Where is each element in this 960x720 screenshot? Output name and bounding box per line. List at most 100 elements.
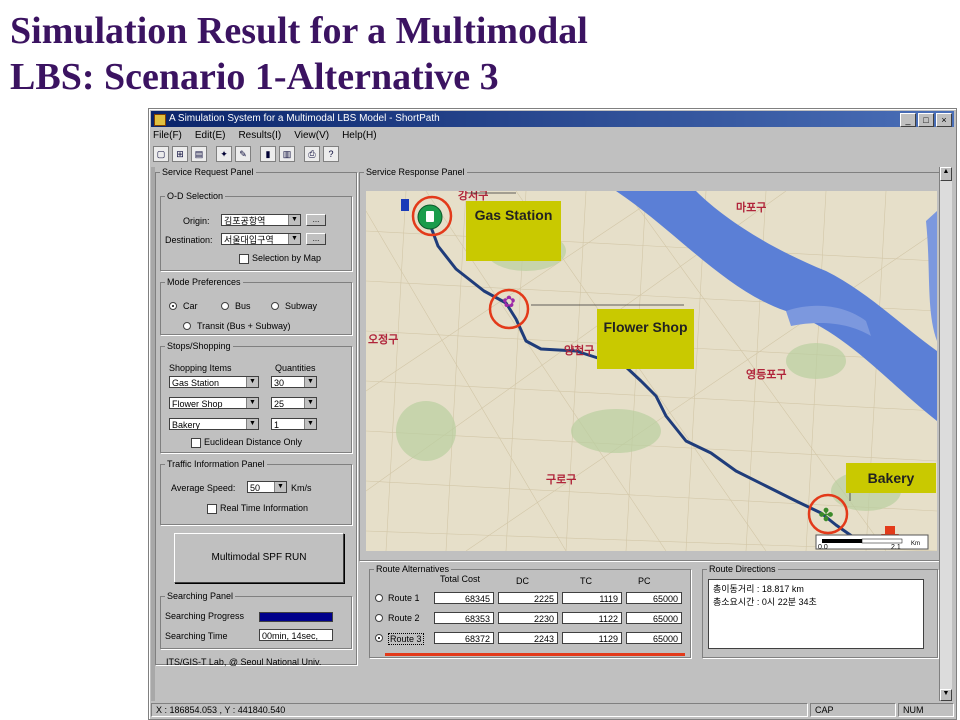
route-3-dc: 2243 [498,632,558,644]
scroll-up-icon[interactable]: ▲ [940,167,952,181]
bakery-callout: Bakery [846,463,936,493]
route-3-tc: 1129 [562,632,622,644]
pencil-icon[interactable]: ✎ [235,146,251,162]
minimize-button[interactable]: _ [900,113,916,127]
total-distance-text: 총이동거리 : 18.817 km [713,584,804,594]
status-num: NUM [898,703,954,717]
map-label: 오정구 [368,332,398,346]
route-2-dc: 2230 [498,612,558,624]
origin-flag-icon [401,199,409,211]
save-icon[interactable]: ▤ [191,146,207,162]
mode-car-radio[interactable] [169,302,177,310]
route-2-radio[interactable] [375,614,383,622]
shopping-items-header: Shopping Items [169,363,232,373]
add-icon[interactable]: ⊞ [172,146,188,162]
traffic-information-title: Traffic Information Panel [167,459,265,469]
tc-header: TC [580,576,592,586]
menu-view[interactable]: View(V) [294,129,329,143]
new-icon[interactable]: ▢ [153,146,169,162]
menu-file[interactable]: File(F) [153,129,182,143]
route-3-total-cost: 68372 [434,632,494,644]
multimodal-spf-run-button[interactable]: Multimodal SPF RUN [174,533,344,583]
od-selection-group: O-D Selection Origin: 김포공항역 ▼ ... Destina… [160,191,352,271]
route-2-pc: 65000 [626,612,682,624]
origin-label: Origin: [183,216,210,226]
mode-subway-radio[interactable] [271,302,279,310]
svg-text:Km: Km [911,541,920,547]
searching-panel-title: Searching Panel [167,591,234,601]
mode-transit-label: Transit (Bus + Subway) [197,321,291,331]
menu-results[interactable]: Results(I) [238,129,281,143]
slide-title-line-1: Simulation Result for a Multimodal [10,10,588,52]
searching-time-field: 00min, 14sec, [259,629,333,641]
chevron-down-icon: ▼ [246,419,258,429]
od-selection-title: O-D Selection [167,191,224,201]
slide-title-line-2: LBS: Scenario 1-Alternative 3 [10,56,499,98]
svg-text:2.1: 2.1 [891,544,901,551]
selection-by-map-checkbox[interactable] [239,254,249,264]
close-button[interactable]: × [936,113,952,127]
route-3-radio[interactable] [375,634,383,642]
mode-bus-label: Bus [235,301,251,311]
svg-text:0.0: 0.0 [818,544,828,551]
pc-header: PC [638,576,651,586]
service-response-panel-title: Service Response Panel [366,167,465,177]
route-1-pc: 65000 [626,592,682,604]
route-alternatives-title: Route Alternatives [376,564,450,574]
mode-transit-radio[interactable] [183,322,191,330]
mode-subway-label: Subway [285,301,318,311]
toolbar: ▢ ⊞ ▤ ✦ ✎ ▮ ▥ ⎙ ? [153,145,339,163]
euclidean-label: Euclidean Distance Only [204,437,303,447]
realtime-checkbox[interactable] [207,504,217,514]
route-3-pc: 65000 [626,632,682,644]
scroll-down-icon[interactable]: ▼ [940,689,952,701]
maximize-button[interactable]: □ [918,113,934,127]
service-request-panel-title: Service Request Panel [162,167,254,177]
route-1-total-cost: 68345 [434,592,494,604]
chevron-down-icon: ▼ [304,398,316,408]
quantity-select[interactable]: 25 ▼ [271,397,317,409]
route-1-radio[interactable] [375,594,383,602]
map-label: 마포구 [736,200,766,214]
average-speed-select[interactable]: 50 ▼ [247,481,287,493]
trash-icon[interactable]: ▥ [279,146,295,162]
vertical-scrollbar[interactable]: ▲ ▼ [939,167,952,701]
shopping-item-select[interactable]: Flower Shop ▼ [169,397,259,409]
origin-select[interactable]: 김포공항역 ▼ [221,214,301,226]
map-label: 양천구 [564,343,594,357]
searching-progress-label: Searching Progress [165,611,245,621]
destination-select[interactable]: 서울대입구역 ▼ [221,233,301,245]
shopping-item-select[interactable]: Gas Station ▼ [169,376,259,388]
route-map[interactable]: 강서구 마포구 오정구 양천구 영등포구 구로구 ✿ ✤ 0.0 2.1 Km … [366,191,937,551]
quantity-select[interactable]: 30 ▼ [271,376,317,388]
menu-edit[interactable]: Edit(E) [195,129,226,143]
help-icon[interactable]: ? [323,146,339,162]
flower-shop-callout: Flower Shop [597,309,694,369]
shopping-item-select[interactable]: Bakery ▼ [169,418,259,430]
app-icon [154,114,166,126]
searching-progress-bar [259,612,333,622]
delete-icon[interactable]: ▮ [260,146,276,162]
route-1-dc: 2225 [498,592,558,604]
euclidean-checkbox[interactable] [191,438,201,448]
mode-bus-radio[interactable] [221,302,229,310]
route-directions-textbox[interactable]: 총이동거리 : 18.817 km 총소요시간 : 0시 22분 34초 [708,579,924,649]
destination-label: Destination: [165,235,213,245]
traffic-information-group: Traffic Information Panel Average Speed:… [160,459,352,525]
quantities-header: Quantities [275,363,316,373]
print-icon[interactable]: ⎙ [304,146,320,162]
total-cost-header: Total Cost [440,574,481,584]
menu-help[interactable]: Help(H) [342,129,376,143]
quantity-select[interactable]: 1 ▼ [271,418,317,430]
map-scale-bar: 0.0 2.1 Km [815,534,929,551]
destination-browse-button[interactable]: ... [306,233,326,245]
route-1-label: Route 1 [388,593,420,603]
run-icon[interactable]: ✦ [216,146,232,162]
chevron-down-icon: ▼ [246,398,258,408]
map-label: 구로구 [546,473,576,486]
chevron-down-icon: ▼ [288,215,300,225]
window-title: A Simulation System for a Multimodal LBS… [169,113,440,124]
realtime-label: Real Time Information [220,503,309,513]
origin-browse-button[interactable]: ... [306,214,326,226]
window-titlebar[interactable]: A Simulation System for a Multimodal LBS… [151,111,954,127]
